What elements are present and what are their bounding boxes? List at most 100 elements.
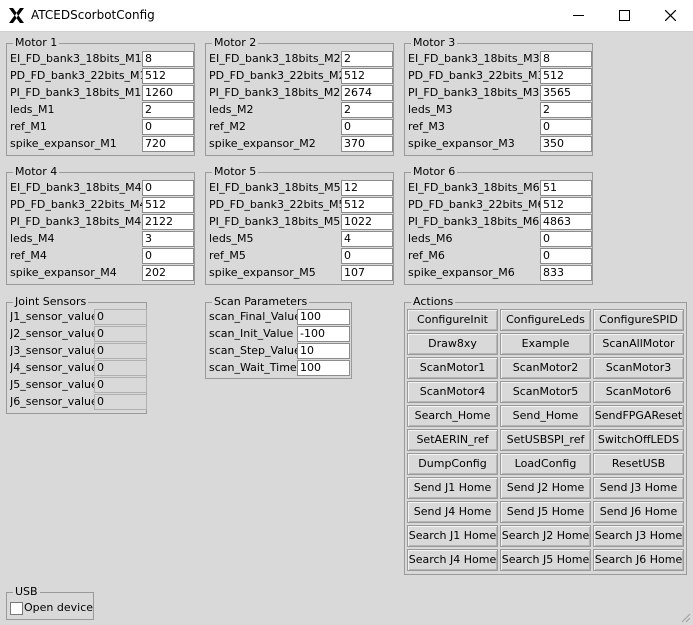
action-button-search-j3-home[interactable]: Search J3 Home: [593, 525, 684, 547]
group-title: USB: [13, 585, 40, 599]
motor-field-input[interactable]: 2122: [142, 214, 194, 230]
action-button-scanmotor3[interactable]: ScanMotor3: [593, 357, 684, 379]
action-button-search-j1-home[interactable]: Search J1 Home: [407, 525, 498, 547]
field-label: EI_FD_bank3_18bits_M6: [408, 181, 540, 194]
motor-field-input[interactable]: 4863: [540, 214, 592, 230]
x-logo-icon: [9, 8, 24, 23]
motor-field-input[interactable]: 0: [142, 248, 194, 264]
motor-field-input[interactable]: 8: [540, 51, 592, 67]
motor-field-input[interactable]: 512: [142, 197, 194, 213]
close-button[interactable]: [647, 0, 693, 31]
field-label: EI_FD_bank3_18bits_M2: [209, 52, 341, 65]
group-title: Motor 5: [212, 165, 259, 179]
scan-param-input[interactable]: 100: [297, 360, 350, 376]
motor-field-input[interactable]: 1260: [142, 85, 194, 101]
motor-field-input[interactable]: 4: [341, 231, 393, 247]
action-button-loadconfig[interactable]: LoadConfig: [500, 453, 591, 475]
action-button-setusbspi-ref[interactable]: SetUSBSPI_ref: [500, 429, 591, 451]
motor-field-input[interactable]: 2674: [341, 85, 393, 101]
field-label: scan_Wait_Time: [209, 361, 297, 374]
sensor-value-field: 0: [94, 326, 147, 342]
joint-sensors-group: Joint Sensors J1_sensor_value 0 J2_sensor…: [6, 295, 147, 414]
action-button-scanmotor1[interactable]: ScanMotor1: [407, 357, 498, 379]
motor-field-input[interactable]: 512: [341, 68, 393, 84]
title-bar[interactable]: ATCEDScorbotConfig: [0, 0, 693, 32]
action-button-draw8xy[interactable]: Draw8xy: [407, 333, 498, 355]
action-button-send-j6-home[interactable]: Send J6 Home: [593, 501, 684, 523]
action-button-scanmotor2[interactable]: ScanMotor2: [500, 357, 591, 379]
motor-field-input[interactable]: 2: [341, 51, 393, 67]
field-label: EI_FD_bank3_18bits_M4: [10, 181, 142, 194]
motor-field-input[interactable]: 12: [341, 180, 393, 196]
scan-param-input[interactable]: 100: [297, 309, 350, 325]
action-button-search-j6-home[interactable]: Search J6 Home: [593, 549, 684, 571]
action-button-search-home[interactable]: Search_Home: [407, 405, 498, 427]
motor-field-input[interactable]: 0: [142, 119, 194, 135]
motor-field-input[interactable]: 512: [142, 68, 194, 84]
action-button-send-j3-home[interactable]: Send J3 Home: [593, 477, 684, 499]
maximize-button[interactable]: [601, 0, 647, 31]
action-button-setaerin-ref[interactable]: SetAERIN_ref: [407, 429, 498, 451]
action-button-send-j5-home[interactable]: Send J5 Home: [500, 501, 591, 523]
action-button-switchoffleds[interactable]: SwitchOffLEDS: [593, 429, 684, 451]
motor-field-input[interactable]: 107: [341, 265, 393, 281]
field-label: J5_sensor_value: [10, 378, 98, 391]
action-button-search-j4-home[interactable]: Search J4 Home: [407, 549, 498, 571]
scan-param-input[interactable]: 10: [297, 343, 350, 359]
motor-field-input[interactable]: 1022: [341, 214, 393, 230]
motor-field-input[interactable]: 370: [341, 136, 393, 152]
motor-field-input[interactable]: 0: [540, 248, 592, 264]
motor-field-input[interactable]: 0: [142, 180, 194, 196]
action-button-scanmotor6[interactable]: ScanMotor6: [593, 381, 684, 403]
open-device-checkbox[interactable]: [10, 602, 23, 615]
minimize-button[interactable]: [555, 0, 601, 31]
motor-field-input[interactable]: 512: [540, 68, 592, 84]
motor-field-input[interactable]: 0: [341, 119, 393, 135]
action-button-search-j2-home[interactable]: Search J2 Home: [500, 525, 591, 547]
action-button-example[interactable]: Example: [500, 333, 591, 355]
action-button-send-j2-home[interactable]: Send J2 Home: [500, 477, 591, 499]
action-button-configureleds[interactable]: ConfigureLeds: [500, 309, 591, 331]
resize-grip-icon[interactable]: [680, 612, 691, 623]
motor-field-input[interactable]: 350: [540, 136, 592, 152]
motor-field-input[interactable]: 0: [341, 248, 393, 264]
action-button-send-home[interactable]: Send_Home: [500, 405, 591, 427]
action-button-sendfpgareset[interactable]: SendFPGAReset: [593, 405, 684, 427]
scan-param-input[interactable]: -100: [297, 326, 350, 342]
motor-field-input[interactable]: 3565: [540, 85, 592, 101]
group-title: Motor 6: [411, 165, 458, 179]
action-button-scanmotor5[interactable]: ScanMotor5: [500, 381, 591, 403]
action-button-scanallmotor[interactable]: ScanAllMotor: [593, 333, 684, 355]
action-button-configurespid[interactable]: ConfigureSPID: [593, 309, 684, 331]
action-button-search-j5-home[interactable]: Search J5 Home: [500, 549, 591, 571]
motor-field-input[interactable]: 512: [341, 197, 393, 213]
motor-field-input[interactable]: 512: [540, 197, 592, 213]
open-device-label: Open device: [24, 601, 94, 614]
window-title: ATCEDScorbotConfig: [31, 8, 155, 22]
motor-field-input[interactable]: 0: [540, 119, 592, 135]
group-title: Scan Parameters: [212, 295, 310, 309]
action-button-dumpconfig[interactable]: DumpConfig: [407, 453, 498, 475]
motor-field-input[interactable]: 833: [540, 265, 592, 281]
field-label: spike_expansor_M3: [408, 137, 515, 150]
motor-field-input[interactable]: 0: [540, 231, 592, 247]
motor-field-input[interactable]: 202: [142, 265, 194, 281]
sensor-value-field: 0: [94, 343, 147, 359]
action-button-send-j4-home[interactable]: Send J4 Home: [407, 501, 498, 523]
motor-5-group: Motor 5 EI_FD_bank3_18bits_M5 12 PD_FD_ba…: [205, 165, 394, 285]
motor-field-input[interactable]: 2: [341, 102, 393, 118]
action-button-send-j1-home[interactable]: Send J1 Home: [407, 477, 498, 499]
group-title: Motor 4: [13, 165, 60, 179]
motor-field-input[interactable]: 2: [142, 102, 194, 118]
motor-field-input[interactable]: 8: [142, 51, 194, 67]
action-button-resetusb[interactable]: ResetUSB: [593, 453, 684, 475]
field-label: leds_M2: [209, 103, 254, 116]
field-label: PI_FD_bank3_18bits_M4: [10, 215, 142, 228]
motor-6-group: Motor 6 EI_FD_bank3_18bits_M6 51 PD_FD_ba…: [404, 165, 593, 285]
motor-field-input[interactable]: 51: [540, 180, 592, 196]
motor-field-input[interactable]: 3: [142, 231, 194, 247]
motor-field-input[interactable]: 720: [142, 136, 194, 152]
action-button-scanmotor4[interactable]: ScanMotor4: [407, 381, 498, 403]
motor-field-input[interactable]: 2: [540, 102, 592, 118]
action-button-configureinit[interactable]: ConfigureInit: [407, 309, 498, 331]
